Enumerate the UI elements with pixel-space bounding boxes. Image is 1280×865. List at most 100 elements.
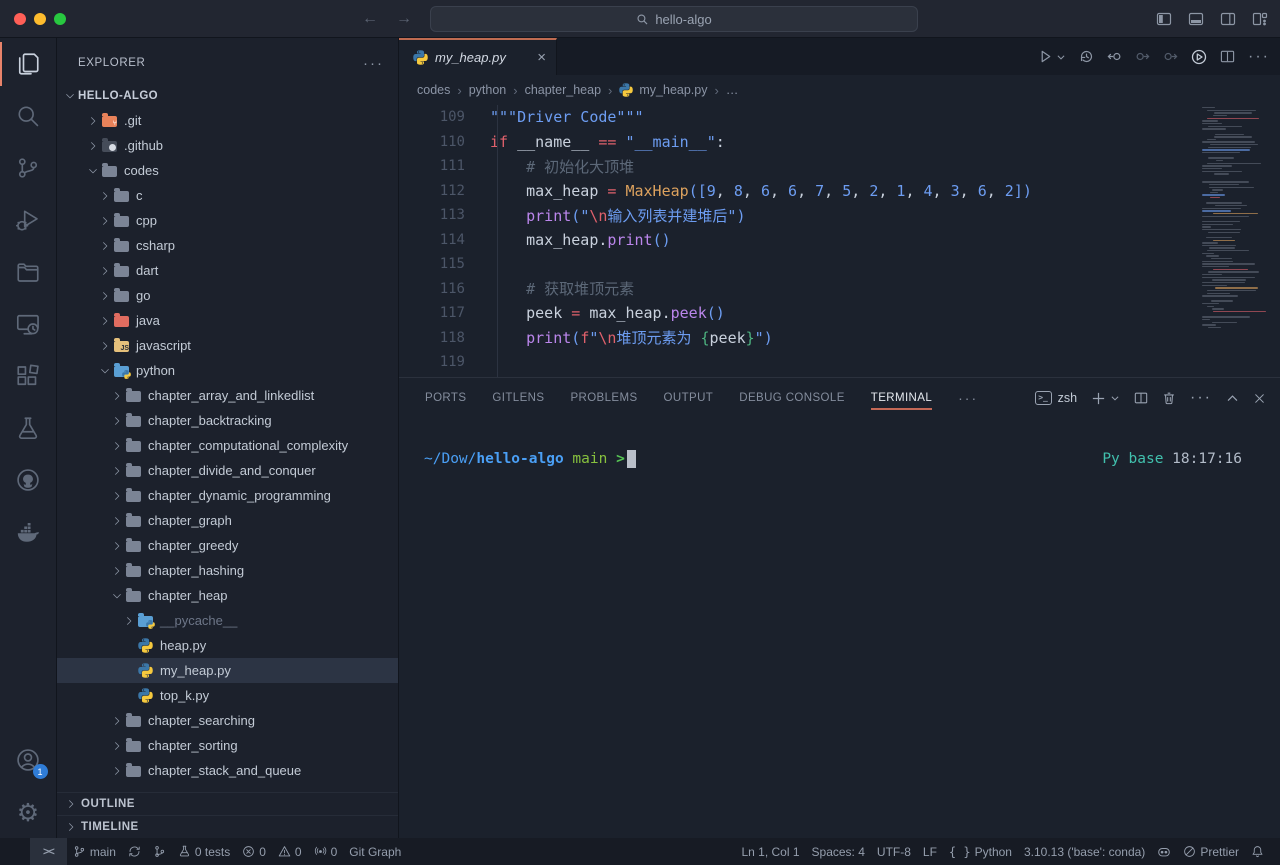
activity-testing-icon[interactable]	[0, 402, 57, 454]
chevron-down-icon[interactable]	[85, 165, 101, 177]
activity-run-debug-icon[interactable]	[0, 194, 57, 246]
tree-item--pycache-[interactable]: __pycache__	[57, 608, 398, 633]
chevron-right-icon[interactable]	[97, 340, 113, 352]
new-terminal-icon[interactable]	[1091, 391, 1120, 406]
maximize-window-button[interactable]	[54, 13, 66, 25]
breadcrumb-item[interactable]: codes	[417, 83, 450, 97]
chevron-right-icon[interactable]	[121, 615, 137, 627]
activity-project-manager-icon[interactable]	[0, 246, 57, 298]
chevron-right-icon[interactable]	[109, 515, 125, 527]
minimize-window-button[interactable]	[34, 13, 46, 25]
maximize-panel-icon[interactable]	[1226, 392, 1239, 405]
tree-item-cpp[interactable]: cpp	[57, 208, 398, 233]
code-line-109[interactable]: 109"""Driver Code"""	[399, 105, 1280, 130]
tree-item-chapter-backtracking[interactable]: chapter_backtracking	[57, 408, 398, 433]
status-main[interactable]: main	[67, 838, 122, 865]
breadcrumb-item[interactable]: chapter_heap	[525, 83, 601, 97]
chevron-right-icon[interactable]	[97, 290, 113, 302]
panel-more-actions-icon[interactable]: ···	[1190, 389, 1212, 407]
toggle-panel-icon[interactable]	[1188, 11, 1204, 27]
panel-tab-debug-console[interactable]: DEBUG CONSOLE	[739, 378, 845, 418]
step-out-icon[interactable]	[1163, 49, 1178, 64]
status-prettier[interactable]: Prettier	[1177, 838, 1245, 865]
chevron-right-icon[interactable]	[97, 215, 113, 227]
activity-docker-icon[interactable]	[0, 506, 57, 558]
panel-tab-problems[interactable]: PROBLEMS	[570, 378, 637, 418]
chevron-right-icon[interactable]	[109, 390, 125, 402]
tree-item-top-k-py[interactable]: top_k.py	[57, 683, 398, 708]
chevron-right-icon[interactable]	[109, 440, 125, 452]
chevron-right-icon[interactable]	[109, 765, 125, 777]
chevron-right-icon[interactable]	[97, 265, 113, 277]
tree-item-chapter-heap[interactable]: chapter_heap	[57, 583, 398, 608]
tree-item-my-heap-py[interactable]: my_heap.py	[57, 658, 398, 683]
terminal[interactable]: ~/Dow/hello-algo main > Py base 18:17:16	[399, 418, 1280, 838]
tree-item-chapter-array-and-linkedlist[interactable]: chapter_array_and_linkedlist	[57, 383, 398, 408]
status-graph[interactable]	[147, 838, 172, 865]
tree-item-chapter-computational-complexity[interactable]: chapter_computational_complexity	[57, 433, 398, 458]
tree-item-dart[interactable]: dart	[57, 258, 398, 283]
nav-forward-icon[interactable]: →	[396, 10, 412, 28]
chevron-right-icon[interactable]	[109, 715, 125, 727]
breadcrumb-item[interactable]: my_heap.py	[639, 83, 707, 97]
status-spaces-4[interactable]: Spaces: 4	[806, 838, 871, 865]
breadcrumb-item[interactable]: …	[726, 83, 739, 97]
tree-item-javascript[interactable]: JSjavascript	[57, 333, 398, 358]
status-0[interactable]: 0	[236, 838, 272, 865]
tree-item-csharp[interactable]: csharp	[57, 233, 398, 258]
sidebar-section-timeline[interactable]: TIMELINE	[57, 815, 398, 838]
activity-extensions-icon[interactable]	[0, 350, 57, 402]
tree-item-heap-py[interactable]: heap.py	[57, 633, 398, 658]
chevron-right-icon[interactable]	[109, 415, 125, 427]
split-editor-icon[interactable]	[1220, 49, 1235, 64]
status-sync[interactable]	[122, 838, 147, 865]
chevron-right-icon[interactable]	[97, 315, 113, 327]
tree-item-chapter-dynamic-programming[interactable]: chapter_dynamic_programming	[57, 483, 398, 508]
tab-close-icon[interactable]: ×	[537, 49, 546, 66]
panel-tab-gitlens[interactable]: GITLENS	[492, 378, 544, 418]
close-window-button[interactable]	[14, 13, 26, 25]
chevron-down-icon[interactable]	[62, 90, 78, 102]
activity-settings-icon[interactable]: ⚙	[0, 786, 57, 838]
status-copilot[interactable]	[1151, 838, 1177, 865]
code-line-113[interactable]: 113 print("\n输入列表并建堆后")	[399, 203, 1280, 228]
code-line-116[interactable]: 116 # 获取堆顶元素	[399, 277, 1280, 302]
code-line-112[interactable]: 112 max_heap = MaxHeap([9, 8, 6, 6, 7, 5…	[399, 179, 1280, 204]
editor-more-actions-icon[interactable]: ···	[1248, 48, 1270, 66]
nav-back-icon[interactable]: ←	[362, 10, 378, 28]
chevron-right-icon[interactable]	[109, 565, 125, 577]
tree-item-codes[interactable]: codes	[57, 158, 398, 183]
status-bell[interactable]	[1245, 838, 1270, 865]
tree-item-c[interactable]: c	[57, 183, 398, 208]
status-lf[interactable]: LF	[917, 838, 943, 865]
code-line-117[interactable]: 117 peek = max_heap.peek()	[399, 301, 1280, 326]
minimap[interactable]	[1202, 107, 1274, 377]
panel-tab-terminal[interactable]: TERMINAL	[871, 378, 932, 418]
panel-tabs-more-icon[interactable]: ···	[958, 390, 978, 406]
code-line-115[interactable]: 115	[399, 252, 1280, 277]
code-line-118[interactable]: 118 print(f"\n堆顶元素为 {peek}")	[399, 326, 1280, 351]
chevron-down-icon[interactable]	[97, 365, 113, 377]
explorer-more-actions-icon[interactable]: ···	[363, 55, 384, 72]
close-panel-icon[interactable]	[1253, 392, 1266, 405]
tree-item-chapter-divide-and-conquer[interactable]: chapter_divide_and_conquer	[57, 458, 398, 483]
code-editor[interactable]: 109"""Driver Code"""110if __name__ == "_…	[399, 105, 1280, 377]
tree-item-go[interactable]: go	[57, 283, 398, 308]
tree-item-chapter-stack-and-queue[interactable]: chapter_stack_and_queue	[57, 758, 398, 783]
status-0[interactable]: 0	[308, 838, 344, 865]
chevron-right-icon[interactable]	[109, 490, 125, 502]
activity-github-icon[interactable]	[0, 454, 57, 506]
kill-terminal-icon[interactable]	[1162, 391, 1176, 405]
sidebar-section-outline[interactable]: OUTLINE	[57, 792, 398, 815]
run-python-file-icon[interactable]	[1038, 49, 1066, 64]
activity-search-icon[interactable]	[0, 90, 57, 142]
panel-tab-ports[interactable]: PORTS	[425, 378, 466, 418]
tree-item-chapter-searching[interactable]: chapter_searching	[57, 708, 398, 733]
status-0-tests[interactable]: 0 tests	[172, 838, 236, 865]
chevron-right-icon[interactable]	[85, 140, 101, 152]
command-center-search[interactable]: hello-algo	[430, 6, 918, 32]
activity-remote-explorer-icon[interactable]	[0, 298, 57, 350]
status-git-graph[interactable]: Git Graph	[343, 838, 407, 865]
chevron-down-icon[interactable]	[109, 590, 125, 602]
split-terminal-icon[interactable]	[1134, 391, 1148, 405]
